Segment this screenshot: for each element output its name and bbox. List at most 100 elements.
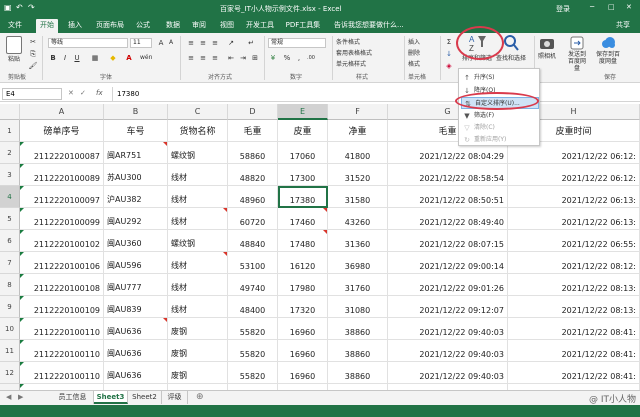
table-cell[interactable]: 线材 [168,274,228,296]
table-header-cell[interactable]: 皮重 [278,120,328,142]
delete-cells-button[interactable]: 删除 [408,48,420,57]
table-cell[interactable]: 31520 [328,164,388,186]
save-baidu-button[interactable]: 保存到百度网盘 [594,35,622,65]
insert-cells-button[interactable]: 插入 [408,37,420,46]
tab-file[interactable]: 文件 [6,20,24,31]
table-cell[interactable]: 废钢 [168,318,228,340]
table-cell[interactable]: 2112220100109 [20,296,104,318]
table-cell[interactable]: 闽AU360 [104,230,168,252]
table-cell[interactable]: 17300 [278,164,328,186]
sheet-tab-rating[interactable]: 评级 [162,391,188,404]
table-cell[interactable]: 36980 [328,252,388,274]
table-cell[interactable]: 螺纹钢 [168,230,228,252]
table-cell[interactable]: 废钢 [168,362,228,384]
table-cell[interactable]: 废钢 [168,340,228,362]
table-cell[interactable]: 2021/12/22 08:41: [508,362,640,384]
table-cell[interactable]: 2112220100099 [20,208,104,230]
font-size-select[interactable]: 11 [130,38,152,48]
table-cell[interactable]: 2112220100106 [20,252,104,274]
table-cell[interactable]: 55820 [228,340,278,362]
table-cell[interactable]: 31360 [328,230,388,252]
align-bottom-icon[interactable]: ≡ [210,38,220,48]
table-cell[interactable]: 17980 [278,274,328,296]
find-select-button[interactable]: 查找和选择 [496,33,526,62]
row-header[interactable]: 10 [0,318,20,340]
table-cell[interactable]: 2112220100108 [20,274,104,296]
indent-icon[interactable]: ⇤ [226,53,236,63]
percent-icon[interactable]: % [282,53,292,63]
copy-icon[interactable]: ⎘ [28,49,38,59]
table-cell[interactable]: 2112220100087 [20,142,104,164]
table-cell[interactable]: 2112220100089 [20,164,104,186]
tab-page-layout[interactable]: 页面布局 [94,20,126,31]
table-cell[interactable]: 2021/12/22 08:58:54 [388,164,508,186]
align-center-icon[interactable]: ≡ [198,53,208,63]
column-header[interactable]: F [328,104,388,120]
formula-input[interactable]: 17380 [112,87,636,101]
sort-ascending-item[interactable]: ↑ 升序(S) [461,72,539,84]
align-middle-icon[interactable]: ≡ [198,38,208,48]
tab-insert[interactable]: 插入 [66,20,84,31]
table-cell[interactable]: 2021/12/22 09:12:07 [388,296,508,318]
sort-filter-button[interactable]: A Z 排序和筛选 [462,33,492,62]
table-cell[interactable]: 41800 [328,142,388,164]
table-header-cell[interactable]: 净重 [328,120,388,142]
italic-button[interactable]: I [60,53,70,63]
table-cell[interactable]: 16120 [278,252,328,274]
sheet-next-icon[interactable]: ▶ [18,393,23,401]
outdent-icon[interactable]: ⇥ [238,53,248,63]
table-cell[interactable]: 60720 [228,208,278,230]
align-right-icon[interactable]: ≡ [210,53,220,63]
table-cell[interactable]: 闽AU596 [104,252,168,274]
sheet-tab-sheet2[interactable]: Sheet2 [128,391,162,404]
paste-button[interactable]: 粘贴 [6,36,22,63]
clear-icon[interactable]: ◈ [444,61,454,71]
table-cell[interactable]: 螺纹钢 [168,142,228,164]
table-cell[interactable]: 38860 [328,340,388,362]
tab-formula[interactable]: 公式 [134,20,152,31]
row-header[interactable]: 4 [0,186,20,208]
table-cell[interactable]: 16960 [278,362,328,384]
table-cell[interactable]: 43260 [328,208,388,230]
wrap-text-icon[interactable]: ↵ [246,38,256,48]
table-cell[interactable]: 沪AU382 [104,186,168,208]
table-cell[interactable]: 2112220100097 [20,186,104,208]
grow-font-icon[interactable]: A [156,38,166,48]
login-button[interactable]: 登录 [556,4,570,14]
table-cell[interactable]: 2021/12/22 08:41: [508,340,640,362]
tab-home[interactable]: 开始 [36,19,58,33]
table-header-cell[interactable]: 磅单序号 [20,120,104,142]
send-baidu-button[interactable]: 发送到百度网盘 [566,35,588,72]
table-cell[interactable]: 49740 [228,274,278,296]
name-box[interactable]: E4 [2,88,62,100]
sort-descending-item[interactable]: ↓ 降序(O) [461,85,539,97]
underline-button[interactable]: U [72,53,82,63]
row-header[interactable]: 1 [0,120,20,142]
table-cell[interactable]: 17380 [278,186,328,208]
bold-button[interactable]: B [48,53,58,63]
table-cell[interactable]: 闽AU839 [104,296,168,318]
table-cell[interactable]: 2021/12/22 08:12: [508,252,640,274]
table-cell[interactable]: 48840 [228,230,278,252]
border-icon[interactable]: ▦ [90,53,100,63]
table-header-cell[interactable]: 货物名称 [168,120,228,142]
cancel-icon[interactable]: ✕ [68,89,74,97]
table-cell[interactable]: 2021/12/22 06:55: [508,230,640,252]
column-header[interactable]: D [228,104,278,120]
tab-view[interactable]: 视图 [218,20,236,31]
increase-decimal-icon[interactable]: .00 [306,53,316,63]
tell-me-search[interactable]: 告诉我您想要做什么... [334,20,428,31]
tab-pdf-tools[interactable]: PDF工具集 [284,20,322,31]
sheet-prev-icon[interactable]: ◀ [6,393,11,401]
table-cell[interactable]: 闽AU777 [104,274,168,296]
share-button[interactable]: 共享 [612,20,634,31]
cell-style-button[interactable]: 单元格样式 [336,59,366,68]
reapply-item[interactable]: ↻ 重新应用(Y) [461,134,539,146]
fill-icon[interactable]: ↓ [444,49,454,59]
table-cell[interactable]: 2021/12/22 06:13: [508,186,640,208]
table-cell[interactable]: 闽AR751 [104,142,168,164]
table-cell[interactable]: 16960 [278,318,328,340]
redo-icon[interactable]: ↷ [28,3,35,12]
sheet-tab-employee[interactable]: 员工信息 [52,391,94,404]
table-cell[interactable]: 53100 [228,252,278,274]
